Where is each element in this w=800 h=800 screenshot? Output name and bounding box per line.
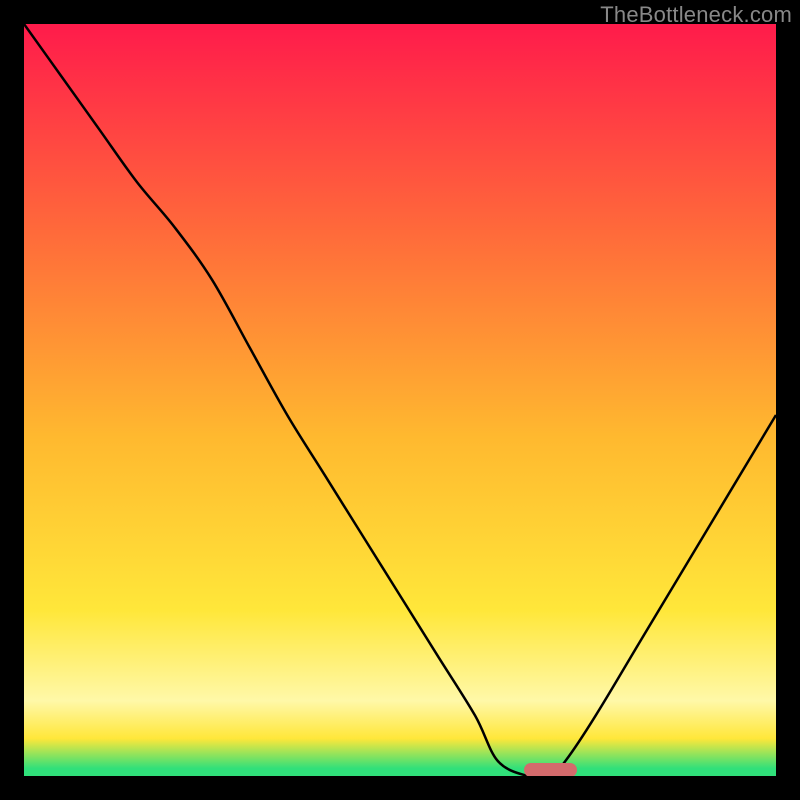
outer-frame: TheBottleneck.com [0, 0, 800, 800]
plot-area [24, 24, 776, 776]
bottleneck-curve [24, 24, 776, 776]
watermark-text: TheBottleneck.com [600, 2, 792, 28]
optimal-marker [524, 763, 577, 776]
